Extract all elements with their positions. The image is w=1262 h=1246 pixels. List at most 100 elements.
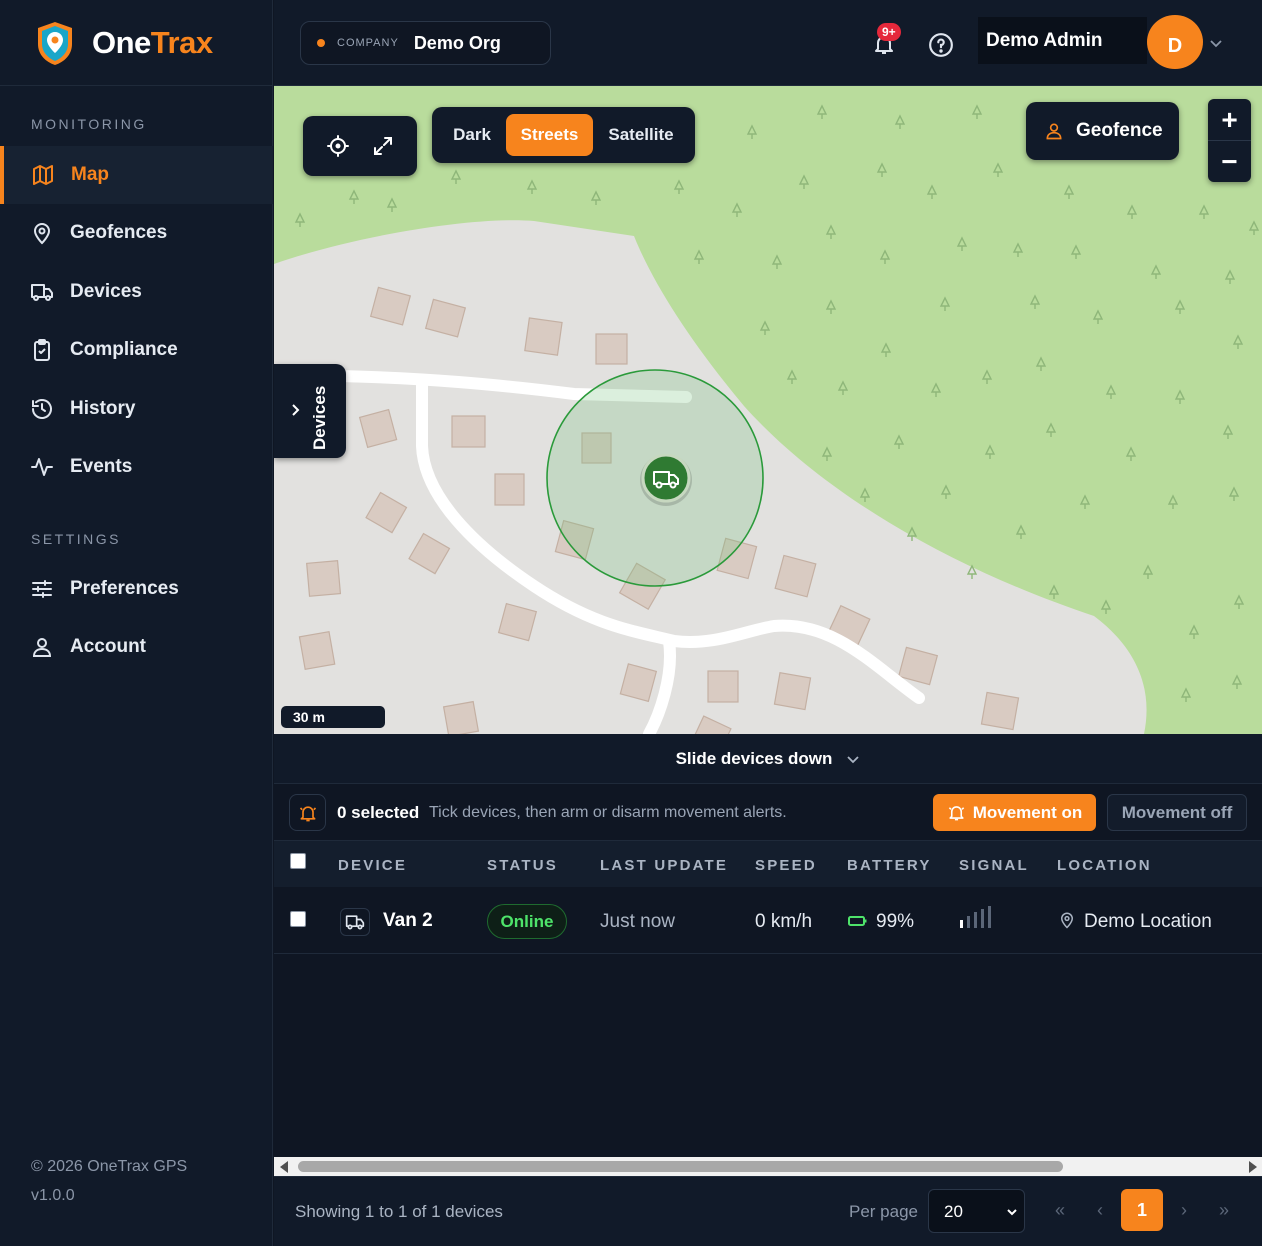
slide-devices-toggle[interactable]: Slide devices down xyxy=(274,734,1262,784)
zoom-in-button[interactable]: + xyxy=(1208,99,1251,140)
prev-page-button[interactable]: ‹ xyxy=(1079,1189,1121,1231)
table-row[interactable]: Van 2 Online Just now 0 km/h 99% Demo Lo… xyxy=(274,887,1262,954)
next-page-button[interactable]: › xyxy=(1163,1189,1205,1231)
help-icon[interactable] xyxy=(928,32,954,58)
company-label: COMPANY xyxy=(337,37,399,49)
layer-dark-button[interactable]: Dark xyxy=(438,114,506,156)
column-header-status[interactable]: STATUS xyxy=(487,857,558,874)
truck-icon xyxy=(31,284,53,301)
map-icon xyxy=(33,165,53,185)
per-page-label: Per page xyxy=(849,1202,918,1221)
company-status-dot xyxy=(317,39,325,47)
selected-count: 0 selected xyxy=(337,803,420,822)
sidebar-item-compliance[interactable]: Compliance xyxy=(0,321,273,379)
last-page-button[interactable]: » xyxy=(1203,1189,1245,1231)
brand-name: OneTrax xyxy=(92,25,213,61)
layer-streets-button[interactable]: Streets xyxy=(506,114,593,156)
sidebar-item-label: Devices xyxy=(70,281,142,302)
speed-cell: 0 km/h xyxy=(755,911,813,932)
alarm-icon-box xyxy=(289,794,326,831)
row-checkbox[interactable] xyxy=(290,911,306,927)
section-title-settings: SETTINGS xyxy=(31,531,122,547)
map-view-controls xyxy=(303,116,417,176)
sidebar-item-preferences[interactable]: Preferences xyxy=(0,560,273,618)
sidebar-item-map[interactable]: Map xyxy=(0,146,273,204)
company-value: Demo Org xyxy=(413,32,501,53)
chevron-down-icon xyxy=(1007,1209,1017,1216)
crosshair-icon[interactable] xyxy=(326,134,350,158)
sidebar-item-label: Events xyxy=(70,456,133,477)
page-button-current[interactable]: 1 xyxy=(1121,1189,1163,1231)
horizontal-scrollbar[interactable] xyxy=(274,1157,1262,1176)
table-header: DEVICE STATUS LAST UPDATE SPEED BATTERY … xyxy=(274,841,1262,887)
sidebar-item-label: Geofences xyxy=(70,222,168,243)
device-type-icon-box xyxy=(340,908,370,936)
location-cell: Demo Location xyxy=(1084,911,1212,932)
column-header-device[interactable]: DEVICE xyxy=(338,857,407,874)
per-page-value: 20 xyxy=(944,1202,963,1221)
battery-icon xyxy=(848,916,867,926)
notification-badge: 9+ xyxy=(877,23,901,41)
chevron-down-icon xyxy=(847,755,860,763)
avatar[interactable]: D xyxy=(1147,15,1203,69)
layer-switcher: Dark Streets Satellite xyxy=(432,107,695,163)
zoom-out-button[interactable]: − xyxy=(1208,141,1251,182)
per-page-select[interactable]: 20 xyxy=(928,1189,1025,1233)
section-title-monitoring: MONITORING xyxy=(31,116,147,132)
devices-tab-label: Devices xyxy=(310,385,329,450)
selection-hint: Tick devices, then arm or disarm movemen… xyxy=(429,804,787,821)
movement-off-button[interactable]: Movement off xyxy=(1107,794,1247,831)
logo-icon xyxy=(38,21,72,65)
sidebar-item-label: Preferences xyxy=(70,578,179,599)
brand-name-part2: Trax xyxy=(150,24,213,60)
truck-icon xyxy=(345,915,365,930)
device-name[interactable]: Van 2 xyxy=(383,910,433,932)
scroll-thumb[interactable] xyxy=(298,1161,1063,1172)
slide-label: Slide devices down xyxy=(675,748,833,768)
sidebar-item-devices[interactable]: Devices xyxy=(0,263,273,321)
map-pin-icon xyxy=(33,223,51,245)
copyright: © 2026 OneTrax GPS xyxy=(31,1158,188,1175)
sliders-icon xyxy=(32,580,52,598)
map-scale: 30 m xyxy=(281,706,385,728)
brand[interactable]: OneTrax xyxy=(0,0,272,86)
user-icon xyxy=(32,638,52,657)
sidebar-item-label: Compliance xyxy=(70,339,178,360)
column-header-battery[interactable]: BATTERY xyxy=(847,857,932,874)
scroll-right-arrow[interactable] xyxy=(1249,1161,1257,1173)
sidebar-item-events[interactable]: Events xyxy=(0,438,273,496)
version: v1.0.0 xyxy=(31,1187,75,1204)
geofence-button[interactable]: Geofence xyxy=(1026,102,1179,160)
column-header-location[interactable]: LOCATION xyxy=(1057,857,1152,874)
zoom-controls: + − xyxy=(1208,99,1251,182)
device-marker[interactable] xyxy=(638,454,694,510)
alarm-bell-icon xyxy=(948,806,964,821)
battery-cell: 99% xyxy=(876,911,915,932)
sidebar-item-label: Map xyxy=(71,164,109,185)
sidebar-item-account[interactable]: Account xyxy=(0,618,273,676)
sidebar-item-history[interactable]: History xyxy=(0,380,273,438)
scroll-left-arrow[interactable] xyxy=(280,1161,288,1173)
column-header-speed[interactable]: SPEED xyxy=(755,857,817,874)
devices-drawer-tab[interactable]: Devices xyxy=(274,364,346,458)
user-name[interactable]: Demo Admin xyxy=(978,17,1147,64)
clipboard-check-icon xyxy=(34,339,50,361)
chevron-right-icon xyxy=(292,404,300,416)
company-selector[interactable]: COMPANY Demo Org xyxy=(300,21,551,65)
showing-count: Showing 1 to 1 of 1 devices xyxy=(295,1202,503,1221)
layer-satellite-button[interactable]: Satellite xyxy=(593,114,689,156)
bulk-action-bar: 0 selected Tick devices, then arm or dis… xyxy=(274,784,1262,841)
sidebar-item-geofences[interactable]: Geofences xyxy=(0,204,273,262)
movement-on-button[interactable]: Movement on xyxy=(933,794,1096,831)
last-update-cell: Just now xyxy=(600,911,675,932)
column-header-last-update[interactable]: LAST UPDATE xyxy=(600,857,728,874)
chevron-down-icon[interactable] xyxy=(1208,35,1224,51)
column-header-signal[interactable]: SIGNAL xyxy=(959,857,1029,874)
expand-icon[interactable] xyxy=(371,134,395,158)
history-icon xyxy=(32,399,52,419)
select-all-checkbox[interactable] xyxy=(290,853,306,869)
location-pin-icon xyxy=(1060,912,1074,929)
first-page-button[interactable]: « xyxy=(1039,1189,1081,1231)
map-view[interactable]: Dark Streets Satellite Geofence + − Devi… xyxy=(274,86,1262,734)
top-header: COMPANY Demo Org 9+ Demo Admin D xyxy=(274,0,1262,86)
